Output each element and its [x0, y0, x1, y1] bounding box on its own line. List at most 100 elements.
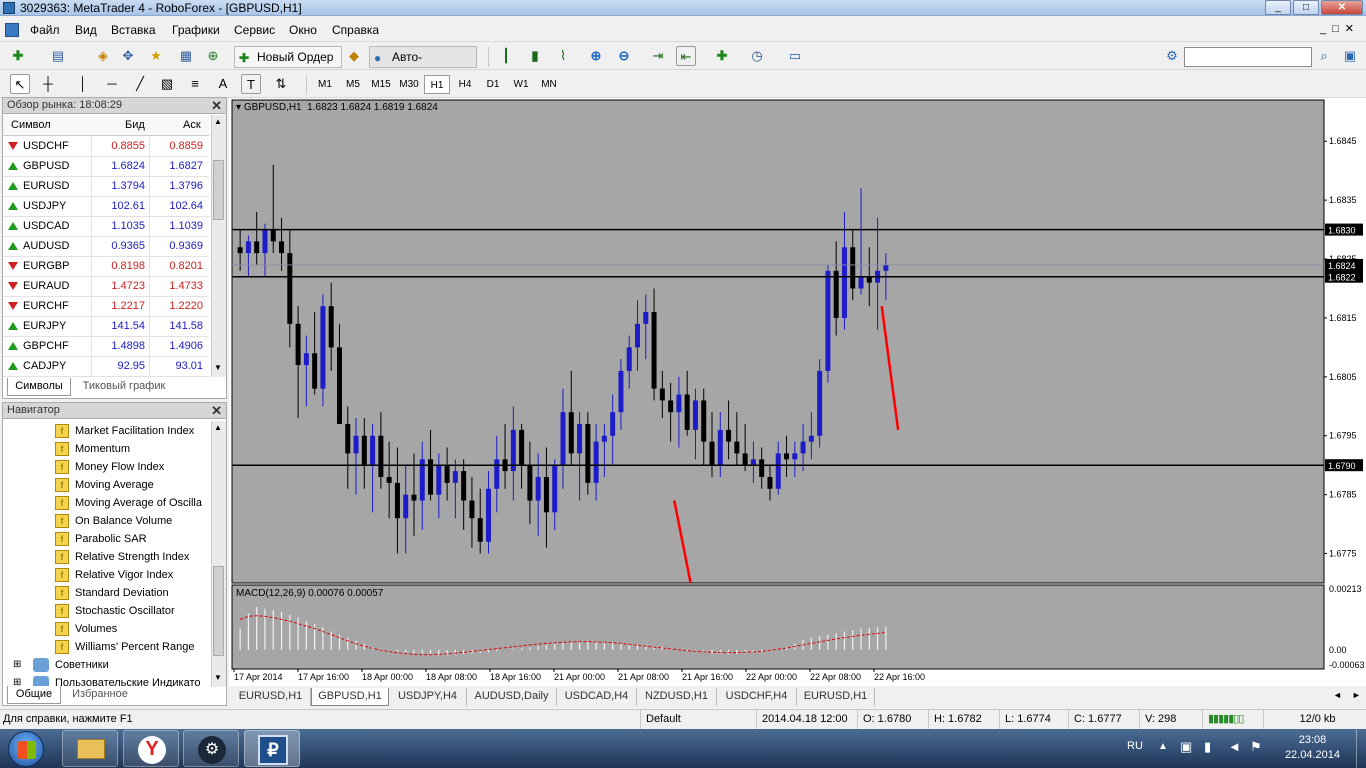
market-watch-scrollbar[interactable]: ▲ ▼ — [211, 115, 226, 377]
navigator-folder[interactable]: ⊞ Советники — [13, 656, 209, 674]
navigator-indicator-item[interactable]: f On Balance Volume — [55, 512, 209, 530]
menu-tools[interactable]: Сервис — [234, 23, 275, 37]
timeframe-m1[interactable]: M1 — [312, 75, 338, 94]
chart-tab[interactable]: NZDUSD,H1 — [637, 688, 717, 706]
taskbar-steam[interactable]: ⚙ — [183, 730, 239, 767]
text-label-icon[interactable]: T — [241, 74, 261, 94]
navigator-indicator-item[interactable]: f Market Facilitation Index — [55, 422, 209, 440]
menu-insert[interactable]: Вставка — [111, 23, 156, 37]
child-window-controls[interactable]: _□✕ — [1310, 22, 1360, 35]
profiles-icon[interactable]: ▤ — [48, 46, 68, 66]
start-button[interactable] — [8, 731, 44, 767]
candlestick-icon[interactable]: ▮ — [525, 46, 545, 66]
scroll-up-icon[interactable]: ▲ — [214, 117, 222, 126]
crosshair-icon[interactable]: ┼ — [38, 74, 58, 94]
timeframe-h1[interactable]: H1 — [424, 75, 450, 94]
market-watch-row[interactable]: EURCHF 1.2217 1.2220 — [3, 297, 209, 317]
language-indicator[interactable]: RU — [1127, 740, 1143, 752]
search-input[interactable] — [1184, 47, 1312, 67]
chart-window[interactable]: 1.6830 1.6822 1.6790 1.6824 1.6845 1.6835 1.68… — [229, 98, 1366, 686]
tray-expand-icon[interactable]: ▲ — [1158, 741, 1168, 752]
market-watch-row[interactable]: EURAUD 1.4723 1.4733 — [3, 277, 209, 297]
market-watch-row[interactable]: GBPCHF 1.4898 1.4906 — [3, 337, 209, 357]
col-ask[interactable]: Аск — [183, 115, 201, 135]
menu-window[interactable]: Окно — [289, 23, 317, 37]
scroll-down-icon[interactable]: ▼ — [214, 673, 222, 682]
scroll-down-icon[interactable]: ▼ — [214, 363, 222, 372]
timeframe-h4[interactable]: H4 — [452, 75, 478, 94]
bar-chart-icon[interactable]: ┃ — [496, 46, 516, 66]
indicators-icon[interactable]: ✚ — [712, 46, 732, 66]
tab-scroll-arrows[interactable]: ◄► — [1333, 690, 1366, 700]
arrows-icon[interactable]: ⇅ — [271, 74, 291, 94]
fibonacci-icon[interactable]: ≡ — [185, 74, 205, 94]
navigator-indicator-item[interactable]: f Moving Average of Oscilla — [55, 494, 209, 512]
battery-icon[interactable]: ▮ — [1204, 739, 1211, 755]
navigator-indicator-item[interactable]: f Williams' Percent Range — [55, 638, 209, 656]
auto-trading-button[interactable]: ● Авто-торговля — [369, 46, 477, 84]
market-watch-row[interactable]: USDCAD 1.1035 1.1039 — [3, 217, 209, 237]
templates-icon[interactable]: ▭ — [785, 46, 805, 66]
child-window-icon[interactable] — [5, 23, 19, 37]
expand-icon[interactable]: ⊞ — [13, 656, 21, 674]
taskbar-yandex[interactable]: Y — [123, 730, 179, 767]
market-watch-row[interactable]: EURUSD 1.3794 1.3796 — [3, 177, 209, 197]
navigator-indicator-item[interactable]: f Parabolic SAR — [55, 530, 209, 548]
market-watch-row[interactable]: AUDUSD 0.9365 0.9369 — [3, 237, 209, 257]
menu-file[interactable]: Файл — [30, 23, 60, 37]
navigator-indicator-item[interactable]: f Relative Vigor Index — [55, 566, 209, 584]
navigator-indicator-item[interactable]: f Money Flow Index — [55, 458, 209, 476]
navigator-indicator-item[interactable]: f Momentum — [55, 440, 209, 458]
metaeditor-icon[interactable]: ◆ — [344, 46, 364, 66]
tab-common[interactable]: Общие — [7, 686, 61, 704]
timeframe-m5[interactable]: M5 — [340, 75, 366, 94]
navigator-icon[interactable]: ★ — [146, 46, 166, 66]
chart-tab[interactable]: EURUSD,H1 — [797, 688, 875, 706]
navigator-indicator-item[interactable]: f Stochastic Oscillator — [55, 602, 209, 620]
market-watch-row[interactable]: USDJPY 102.61 102.64 — [3, 197, 209, 217]
minimize-button[interactable]: _ — [1265, 0, 1291, 15]
show-desktop-button[interactable] — [1356, 729, 1366, 768]
col-symbol[interactable]: Символ — [11, 115, 51, 135]
navigator-scrollbar[interactable]: ▲ ▼ — [211, 421, 226, 687]
tab-symbols[interactable]: Символы — [7, 378, 71, 396]
channel-icon[interactable]: ▧ — [157, 74, 177, 94]
maximize-button[interactable]: □ — [1293, 0, 1319, 15]
timeframe-m15[interactable]: M15 — [368, 75, 394, 94]
market-watch-icon[interactable]: ◈ — [93, 46, 113, 66]
new-order-button[interactable]: ✚ Новый Ордер — [234, 46, 342, 68]
trendline-icon[interactable]: ╱ — [130, 74, 150, 94]
close-icon[interactable]: ✕ — [211, 403, 222, 418]
navigator-indicator-item[interactable]: f Standard Deviation — [55, 584, 209, 602]
periods-icon[interactable]: ◷ — [747, 46, 767, 66]
horizontal-line-icon[interactable]: ─ — [102, 74, 122, 94]
vertical-line-icon[interactable]: │ — [73, 74, 93, 94]
community-icon[interactable]: ▣ — [1340, 46, 1360, 66]
market-watch-row[interactable]: EURJPY 141.54 141.58 — [3, 317, 209, 337]
navigator-indicator-item[interactable]: f Volumes — [55, 620, 209, 638]
status-profile[interactable]: Default — [640, 710, 756, 729]
action-center-icon[interactable]: ⚑ — [1250, 739, 1262, 755]
settings-gear-icon[interactable]: ⚙ — [1162, 46, 1182, 66]
market-watch-row[interactable]: GBPUSD 1.6824 1.6827 — [3, 157, 209, 177]
chart-tab[interactable]: GBPUSD,H1 — [311, 688, 389, 706]
network-icon[interactable]: ▣ — [1180, 739, 1192, 755]
taskbar-explorer[interactable] — [62, 730, 118, 767]
navigator-indicator-item[interactable]: f Relative Strength Index — [55, 548, 209, 566]
zoom-out-icon[interactable]: ⊖ — [614, 46, 634, 66]
new-chart-icon[interactable]: ✚ — [8, 46, 28, 66]
timeframe-w1[interactable]: W1 — [508, 75, 534, 94]
menu-help[interactable]: Справка — [332, 23, 379, 37]
terminal-icon[interactable]: ▦ — [176, 46, 196, 66]
navigator-indicator-item[interactable]: f Moving Average — [55, 476, 209, 494]
timeframe-m30[interactable]: M30 — [396, 75, 422, 94]
search-icon[interactable]: ⌕ — [1314, 46, 1334, 66]
line-chart-icon[interactable]: ⌇ — [553, 46, 573, 66]
zoom-in-icon[interactable]: ⊕ — [586, 46, 606, 66]
chart-canvas[interactable]: 1.68301.68221.67901.68241.68451.68351.68… — [229, 98, 1366, 686]
text-icon[interactable]: A — [213, 74, 233, 94]
chart-tab[interactable]: USDCHF,H4 — [717, 688, 797, 706]
market-watch-row[interactable]: USDCHF 0.8855 0.8859 — [3, 137, 209, 157]
scroll-thumb[interactable] — [213, 160, 224, 220]
close-window-button[interactable]: ✕ — [1321, 0, 1363, 15]
